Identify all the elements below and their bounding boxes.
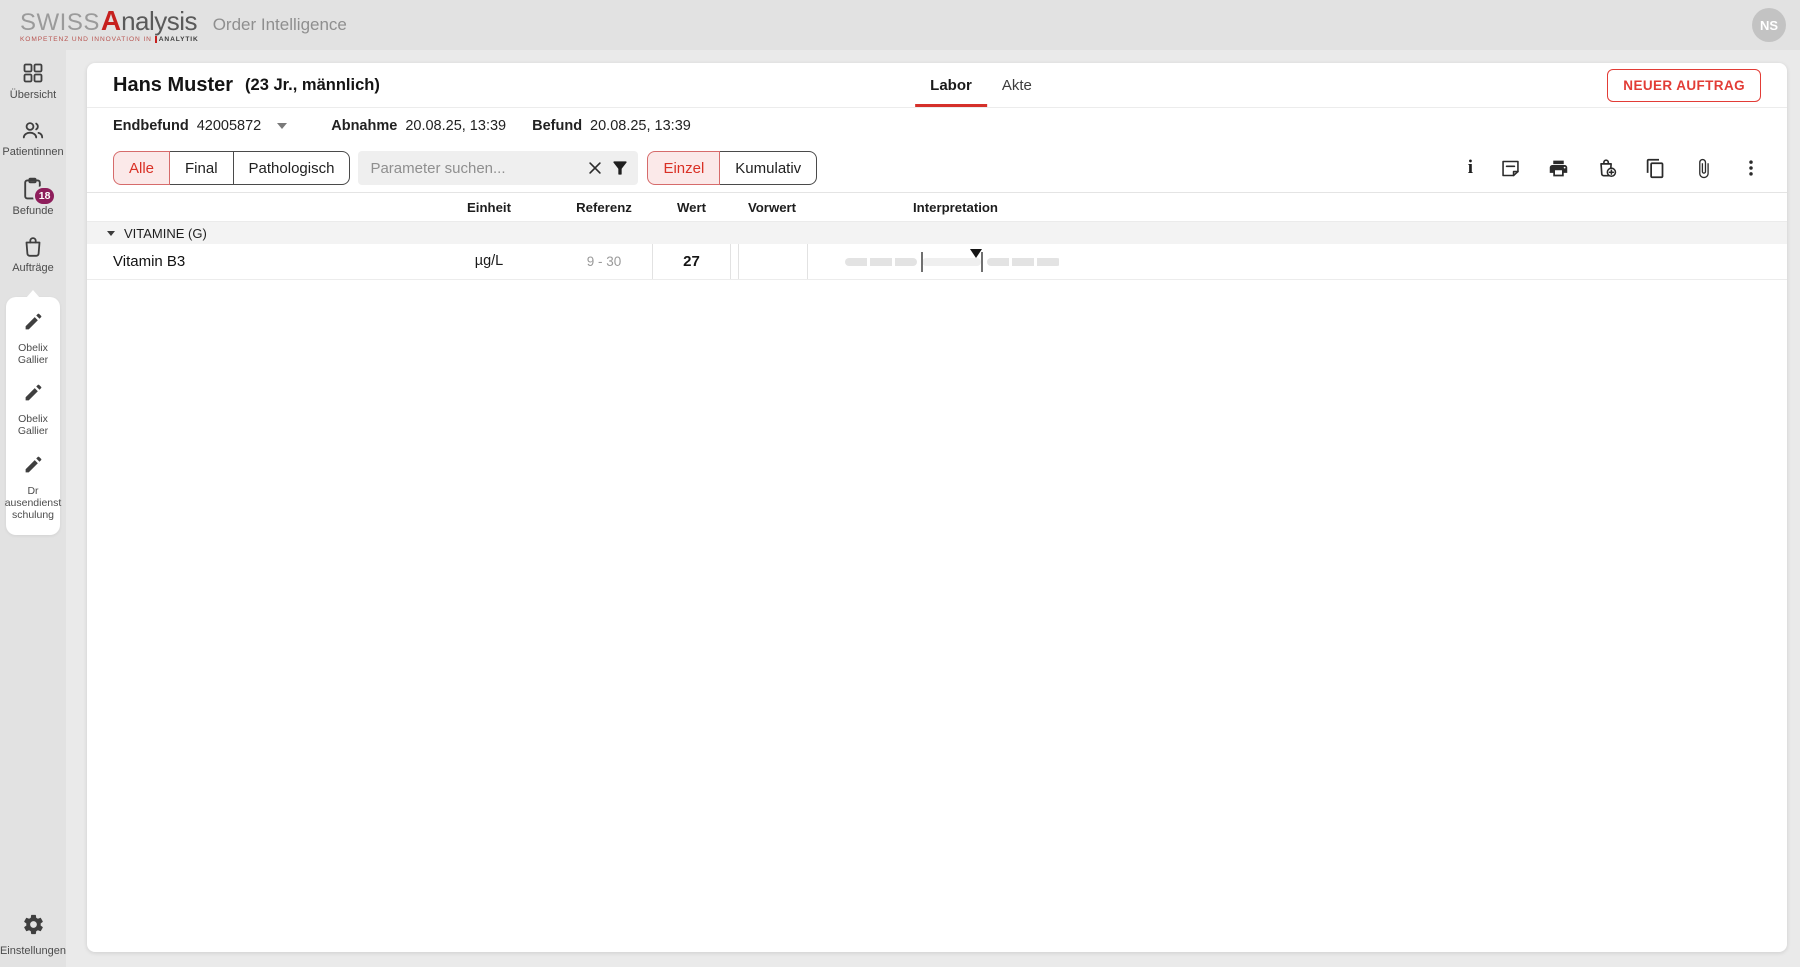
tab-labor[interactable]: Labor	[915, 63, 987, 107]
brand-rest: nalysis	[121, 8, 197, 34]
kebab-menu-icon[interactable]	[1741, 158, 1761, 178]
filter-toolbar: Alle Final Pathologisch Einzel Kumulativ…	[87, 144, 1787, 192]
pencil-icon	[23, 454, 44, 480]
sidebar-item-befunde[interactable]: 18 Befunde	[13, 176, 54, 217]
people-icon	[21, 118, 45, 142]
search-input[interactable]	[370, 160, 586, 177]
column-vorwert: Vorwert	[737, 200, 807, 215]
shortcut-aussendienst-schulung[interactable]: Dr ausendienst schulung	[5, 454, 62, 521]
abnahme-value: 20.08.25, 13:39	[405, 118, 506, 134]
reference-low-tick	[921, 252, 923, 272]
patient-header: Hans Muster (23 Jr., männlich) Labor Akt…	[87, 63, 1787, 108]
group-row-vitamine[interactable]: VITAMINE (G)	[87, 221, 1787, 244]
column-referenz: Referenz	[554, 200, 654, 215]
collapse-caret-icon	[107, 231, 115, 236]
brand-a: A	[101, 7, 121, 35]
sidebar-item-einstellungen[interactable]: Einstellungen	[0, 913, 66, 957]
patient-name: Hans Muster	[113, 74, 233, 97]
interpretation-track-normal	[922, 258, 981, 266]
parameter-search	[358, 151, 638, 185]
sidebar-item-label: Befunde	[13, 205, 54, 217]
tab-bar: Labor Akte	[915, 63, 1047, 107]
dashboard-icon	[21, 61, 45, 85]
topbar: SWISSAnalysis KOMPETENZ UND INNOVATION I…	[0, 0, 1800, 50]
filter-alle-button[interactable]: Alle	[113, 151, 170, 185]
befund-label: Befund	[532, 118, 582, 134]
view-kumulativ-button[interactable]: Kumulativ	[719, 151, 817, 185]
interpretation-track-low	[845, 258, 917, 266]
shortcut-obelix-gallier-1[interactable]: Obelix Gallier	[18, 311, 48, 366]
parameter-name: Vitamin B3	[113, 253, 185, 270]
group-header-label: VITAMINE (G)	[124, 226, 207, 241]
sidebar-item-label: Patientinnen	[2, 146, 63, 158]
brand-tagline: KOMPETENZ UND INNOVATION IN	[20, 36, 152, 43]
status-filter-group: Alle Final Pathologisch	[113, 151, 350, 185]
pencil-icon	[23, 311, 44, 337]
sidebar-item-uebersicht[interactable]: Übersicht	[10, 61, 56, 101]
wert-value: 27	[652, 244, 731, 279]
filter-funnel-icon[interactable]	[610, 158, 630, 178]
printer-icon[interactable]	[1548, 158, 1569, 179]
interpretation-bar	[845, 244, 1063, 279]
referenz-value: 9 - 30	[554, 254, 654, 269]
column-wert: Wert	[652, 200, 731, 215]
attachment-icon[interactable]	[1693, 158, 1714, 179]
gear-icon	[22, 913, 45, 941]
settings-label: Einstellungen	[0, 945, 66, 957]
filter-pathologisch-button[interactable]: Pathologisch	[233, 151, 351, 185]
table-row[interactable]: Vitamin B3 µg/L 9 - 30 27	[87, 244, 1787, 280]
tab-akte[interactable]: Akte	[987, 63, 1047, 107]
patient-meta: (23 Jr., männlich)	[245, 76, 380, 95]
value-marker-icon	[970, 249, 982, 258]
chevron-down-icon[interactable]	[277, 123, 287, 129]
shortcut-label-line: Obelix	[18, 413, 48, 425]
product-name: Order Intelligence	[213, 15, 347, 35]
sidebar: Übersicht Patientinnen 18 Befunde	[0, 50, 66, 967]
view-einzel-button[interactable]: Einzel	[647, 151, 720, 185]
table-header: Einheit Referenz Wert Vorwert Interpreta…	[87, 193, 1787, 221]
main-panel: Hans Muster (23 Jr., männlich) Labor Akt…	[87, 63, 1787, 952]
einheit-value: µg/L	[439, 253, 539, 269]
clear-search-icon[interactable]	[586, 159, 604, 177]
sidebar-item-label: Aufträge	[12, 262, 54, 274]
shortcut-label-line: ausendienst	[5, 497, 62, 509]
order-add-icon[interactable]	[1596, 157, 1618, 179]
pencil-icon	[23, 382, 44, 408]
shortcut-label-line: schulung	[5, 509, 62, 521]
memo-icon[interactable]	[1500, 158, 1521, 179]
result-toolbar: i	[1468, 157, 1761, 179]
report-type-label: Endbefund	[113, 118, 189, 134]
report-number[interactable]: 42005872	[197, 118, 262, 134]
new-order-button[interactable]: NEUER AUFTRAG	[1607, 69, 1761, 102]
shortcut-label-line: Obelix	[18, 342, 48, 354]
brand-swiss: SWISS	[20, 11, 100, 35]
sidebar-item-label: Übersicht	[10, 89, 56, 101]
shortcut-label-line: Gallier	[18, 425, 48, 437]
app-logo[interactable]: SWISSAnalysis KOMPETENZ UND INNOVATION I…	[20, 7, 199, 43]
sidebar-item-auftraege[interactable]: Aufträge	[12, 234, 54, 274]
filter-final-button[interactable]: Final	[169, 151, 234, 185]
bag-icon	[21, 234, 45, 258]
befunde-count-badge: 18	[33, 186, 57, 206]
info-icon[interactable]: i	[1468, 157, 1473, 179]
shortcut-obelix-gallier-2[interactable]: Obelix Gallier	[18, 382, 48, 437]
abnahme-label: Abnahme	[331, 118, 397, 134]
copy-icon[interactable]	[1645, 158, 1666, 179]
user-avatar[interactable]: NS	[1752, 8, 1786, 42]
befund-value: 20.08.25, 13:39	[590, 118, 691, 134]
view-mode-group: Einzel Kumulativ	[647, 151, 817, 185]
column-interpretation: Interpretation	[913, 200, 998, 215]
vorwert-value	[738, 244, 808, 279]
favorites-panel: Obelix Gallier Obelix Gallier Dr	[6, 297, 60, 534]
sidebar-item-patientinnen[interactable]: Patientinnen	[2, 118, 63, 158]
interpretation-track-high	[987, 258, 1061, 266]
clipboard-icon: 18	[20, 176, 45, 201]
report-info-row: Endbefund 42005872 Abnahme 20.08.25, 13:…	[87, 108, 1787, 144]
column-einheit: Einheit	[439, 200, 539, 215]
shortcut-label-line: Dr	[5, 485, 62, 497]
shortcut-label-line: Gallier	[18, 354, 48, 366]
brand-tagline-accent: ANALYTIK	[155, 36, 199, 43]
